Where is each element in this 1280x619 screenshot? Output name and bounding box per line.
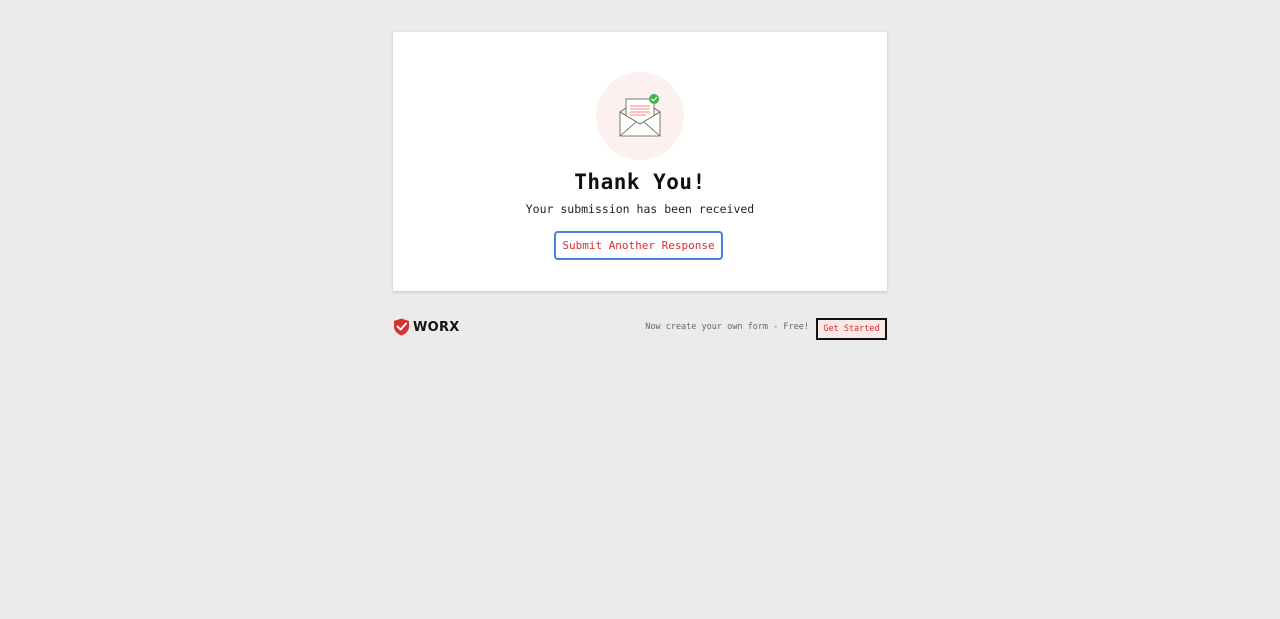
get-started-button[interactable]: Get Started	[816, 318, 887, 340]
shield-check-icon	[394, 318, 409, 336]
confirmation-illustration	[596, 72, 684, 160]
confirmation-card: Thank You! Your submission has been rece…	[393, 32, 887, 291]
brand-logo[interactable]: WORX	[393, 318, 460, 336]
confirmation-message: Your submission has been received	[525, 202, 755, 216]
submit-another-response-button[interactable]: Submit Another Response	[554, 231, 723, 260]
envelope-check-icon	[619, 94, 661, 137]
page-title: Thank You!	[574, 170, 706, 194]
brand-name: WORX	[413, 319, 460, 335]
promo-text: Now create your own form - Free!	[645, 322, 809, 332]
page: Thank You! Your submission has been rece…	[0, 0, 1280, 619]
